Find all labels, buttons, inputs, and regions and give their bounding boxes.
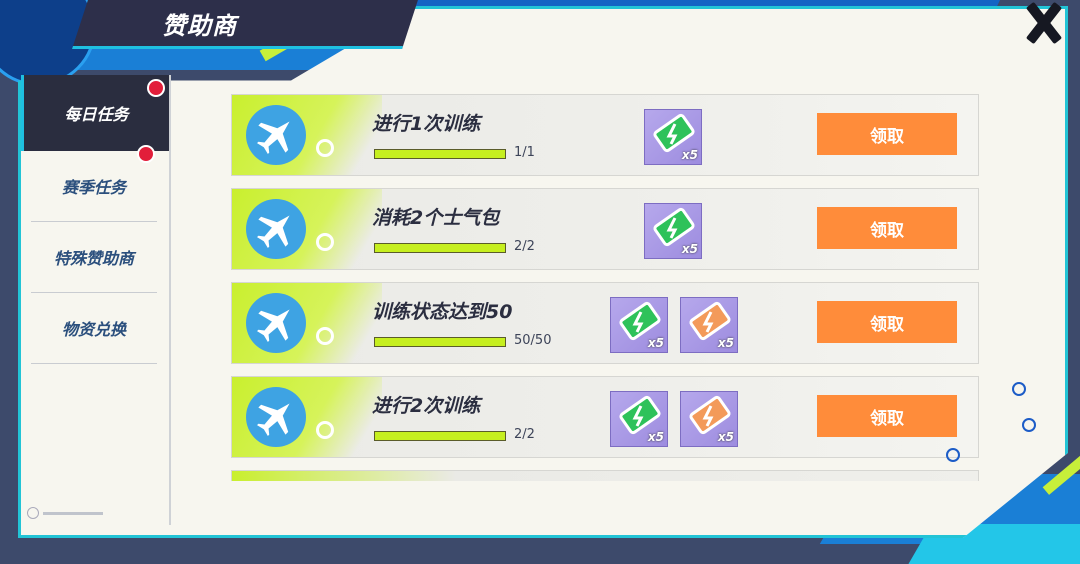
sidebar: 每日任务 赛季任务 特殊赞助商 物资兑换 [21, 75, 171, 525]
sidebar-item-label: 赛季任务 [61, 178, 126, 197]
task-name: 消耗2个士气包 [372, 207, 500, 229]
claim-button[interactable]: 领取 [817, 301, 957, 343]
sidebar-item-special-sponsor[interactable]: 特殊赞助商 [31, 222, 157, 293]
reward-item[interactable]: x5 [644, 203, 702, 259]
claim-button[interactable]: 领取 [817, 207, 957, 249]
sidebar-item-label: 物资兑换 [61, 320, 126, 339]
reward-item[interactable]: x5 [610, 297, 668, 353]
task-row: 消耗2个士气包 2/2 x5 领取 [231, 188, 979, 270]
decorative-ring [1022, 418, 1036, 432]
notification-dot [137, 145, 155, 163]
publisher-logo [27, 507, 117, 519]
reward-quantity: x5 [717, 336, 734, 350]
task-row: 训练状态达到50 50/50 x5 x5 领取 [231, 282, 979, 364]
task-list: 进行1次训练 1/1 x5 领取 消耗2个士气包 2/2 x5 领取 训练状态达… [231, 94, 979, 481]
decorative-ring [1012, 382, 1026, 396]
reward-quantity: x5 [681, 242, 698, 256]
task-row-partial [231, 470, 979, 481]
task-banner-art [232, 189, 382, 269]
task-name: 进行2次训练 [372, 395, 481, 417]
plane-icon [246, 387, 306, 447]
task-banner-art [232, 283, 382, 363]
reward-item[interactable]: x5 [644, 109, 702, 165]
reward-item[interactable]: x5 [610, 391, 668, 447]
sidebar-item-label: 特殊赞助商 [53, 249, 134, 268]
reward-quantity: x5 [681, 148, 698, 162]
progress-bar [374, 149, 506, 159]
task-banner-art [232, 95, 382, 175]
close-button[interactable] [1014, 0, 1074, 46]
sidebar-item-season-tasks[interactable]: 赛季任务 [31, 145, 157, 222]
task-banner-art [232, 377, 382, 457]
plane-icon [246, 105, 306, 165]
progress-bar [374, 243, 506, 253]
task-row: 进行2次训练 2/2 x5 x5 领取 [231, 376, 979, 458]
reward-item[interactable]: x5 [680, 297, 738, 353]
progress-text: 50/50 [514, 333, 552, 348]
page-title: 赞助商 [162, 12, 237, 40]
progress-text: 1/1 [514, 145, 535, 160]
progress-bar [374, 431, 506, 441]
claim-button[interactable]: 领取 [817, 395, 957, 437]
reward-item[interactable]: x5 [680, 391, 738, 447]
task-row: 进行1次训练 1/1 x5 领取 [231, 94, 979, 176]
plane-icon [246, 293, 306, 353]
reward-quantity: x5 [717, 430, 734, 444]
title-bar [72, 0, 418, 49]
reward-quantity: x5 [647, 430, 664, 444]
plane-icon [246, 199, 306, 259]
progress-text: 2/2 [514, 427, 535, 442]
claim-button[interactable]: 领取 [817, 113, 957, 155]
sidebar-item-label: 每日任务 [64, 105, 129, 124]
decorative-ring [946, 448, 960, 462]
progress-bar [374, 337, 506, 347]
reward-quantity: x5 [647, 336, 664, 350]
task-name: 训练状态达到50 [372, 301, 513, 323]
sidebar-item-daily-tasks[interactable]: 每日任务 [21, 75, 169, 151]
sidebar-item-supply-exchange[interactable]: 物资兑换 [31, 293, 157, 364]
notification-dot [147, 79, 165, 97]
progress-text: 2/2 [514, 239, 535, 254]
task-name: 进行1次训练 [372, 113, 481, 135]
